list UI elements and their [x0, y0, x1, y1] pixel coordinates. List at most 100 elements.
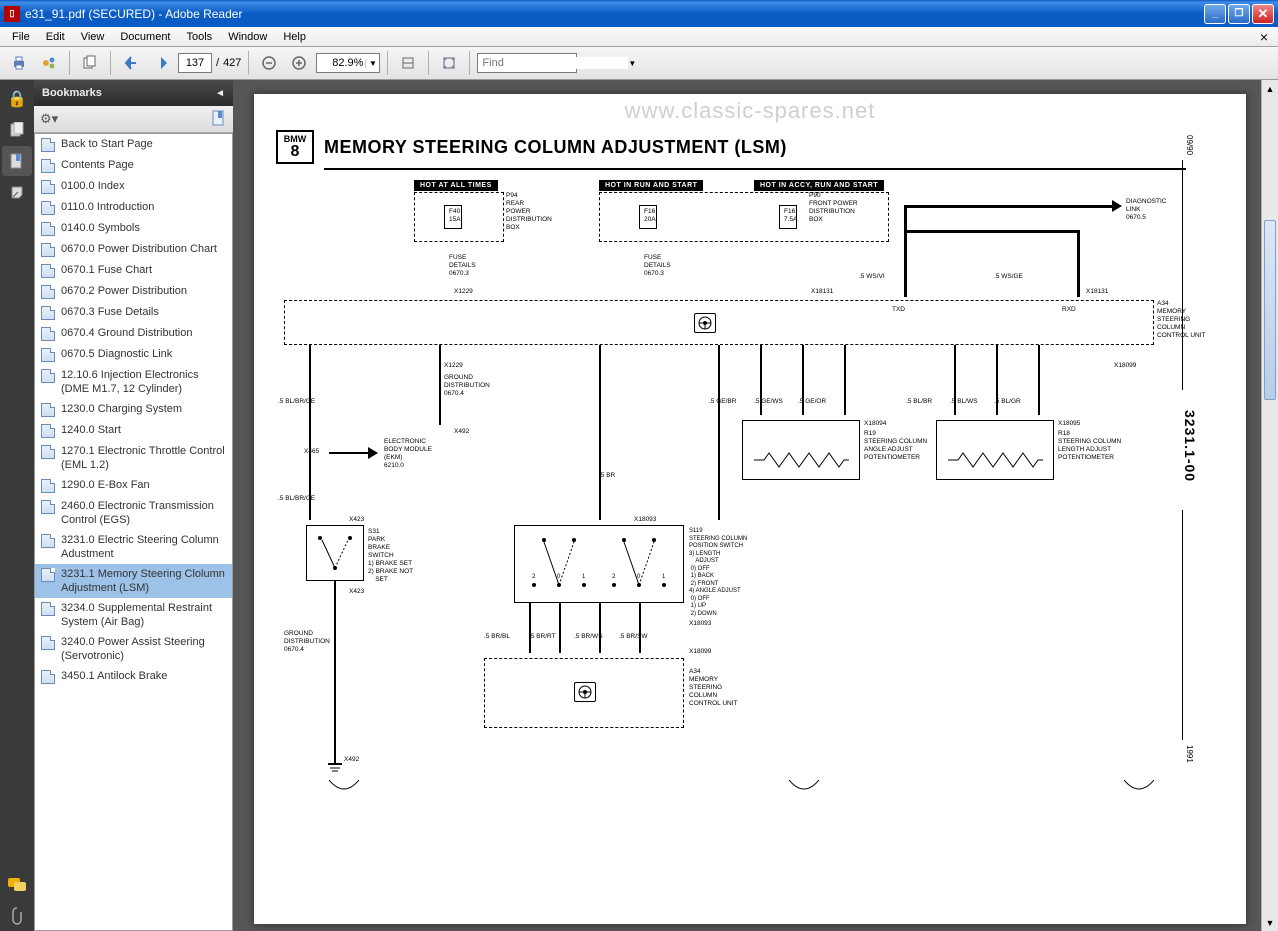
bookmark-item[interactable]: 12.10.6 Injection Electronics (DME M1.7,… [35, 365, 232, 399]
zoom-dropdown-icon[interactable]: ▼ [365, 59, 379, 68]
find-dropdown-icon[interactable]: ▼ [628, 59, 636, 68]
hot-label-3: HOT IN ACCY, RUN AND START [754, 180, 884, 191]
bookmark-item[interactable]: 3231.0 Electric Steering Column Adustmen… [35, 530, 232, 564]
email-button[interactable] [36, 50, 62, 76]
main-area: 🔒 Bookmarks ◄ ⚙▾ Back to Start PageConte… [0, 80, 1278, 931]
lbl-w-brrt: .5 BR/RT [529, 633, 556, 641]
maximize-button[interactable]: ❐ [1228, 4, 1250, 24]
lbl-w-gews: .5 GE/WS [754, 398, 783, 406]
lbl-diaglink: DIAGNOSTIC LINK 0670.5 [1126, 198, 1166, 222]
bookmark-icon [41, 534, 55, 548]
zoom-out-button[interactable] [256, 50, 282, 76]
bookmarks-options-icon[interactable]: ⚙▾ [40, 111, 58, 127]
bookmark-item[interactable]: 0670.3 Fuse Details [35, 302, 232, 323]
menu-view[interactable]: View [73, 29, 113, 45]
lbl-w-blgr: .5 BL/GR [994, 398, 1021, 406]
rail-comments-icon[interactable] [2, 870, 32, 900]
prev-page-button[interactable] [118, 50, 144, 76]
bookmarks-new-icon[interactable] [211, 110, 227, 129]
scroll-down-icon[interactable]: ▼ [1262, 914, 1278, 931]
bookmark-item[interactable]: 0110.0 Introduction [35, 197, 232, 218]
menu-window[interactable]: Window [220, 29, 275, 45]
window-titlebar: ▯ e31_91.pdf (SECURED) - Adobe Reader _ … [0, 0, 1278, 27]
bookmark-icon [41, 369, 55, 383]
menu-edit[interactable]: Edit [38, 29, 73, 45]
lbl-s119: S119 STEERING COLUMN POSITION SWITCH 3) … [689, 528, 747, 618]
rail-bookmarks-icon[interactable] [2, 146, 32, 176]
bookmark-label: 0670.4 Ground Distribution [61, 326, 226, 340]
bmw-logo-box: BMW 8 [276, 130, 314, 164]
lbl-x18131a: X18131 [811, 288, 833, 296]
rail-attachments-icon[interactable] [2, 901, 32, 931]
bookmark-item[interactable]: 1230.0 Charging System [35, 399, 232, 420]
rail-pages-icon[interactable] [2, 115, 32, 145]
zoom-combo[interactable]: ▼ [316, 53, 380, 73]
pages-button[interactable] [77, 50, 103, 76]
find-input[interactable] [478, 57, 628, 69]
menu-file[interactable]: File [4, 29, 38, 45]
bookmark-icon [41, 479, 55, 493]
minimize-button[interactable]: _ [1204, 4, 1226, 24]
bookmark-icon [41, 445, 55, 459]
bookmark-item[interactable]: 3450.1 Antilock Brake [35, 666, 232, 687]
zoom-in-button[interactable] [286, 50, 312, 76]
bookmark-item[interactable]: 3240.0 Power Assist Steering (Servotroni… [35, 632, 232, 666]
bookmark-icon [41, 327, 55, 341]
bookmark-item[interactable]: 0670.1 Fuse Chart [35, 260, 232, 281]
find-box[interactable]: ▼ [477, 53, 577, 73]
lbl-fuse-details-2: FUSE DETAILS 0670.3 [644, 254, 671, 278]
lbl-x492a: X492 [454, 428, 469, 436]
fit-page-button[interactable] [436, 50, 462, 76]
rail-lock-icon[interactable]: 🔒 [2, 84, 32, 114]
bookmark-item[interactable]: 0670.5 Diagnostic Link [35, 344, 232, 365]
bookmark-label: 0670.1 Fuse Chart [61, 263, 226, 277]
scroll-up-icon[interactable]: ▲ [1262, 80, 1278, 97]
lbl-txd: TXD [892, 306, 905, 314]
svg-text:2: 2 [532, 574, 536, 580]
fit-width-button[interactable] [395, 50, 421, 76]
menu-help[interactable]: Help [275, 29, 314, 45]
bookmark-item[interactable]: 0140.0 Symbols [35, 218, 232, 239]
bookmark-item[interactable]: 0100.0 Index [35, 176, 232, 197]
bookmark-icon [41, 222, 55, 236]
bookmark-item[interactable]: 3234.0 Supplemental Restraint System (Ai… [35, 598, 232, 632]
side-year: 1991 [1185, 745, 1194, 763]
bookmarks-collapse-icon[interactable]: ◄ [215, 88, 225, 99]
close-button[interactable]: ✕ [1252, 4, 1274, 24]
bookmark-item[interactable]: 0670.4 Ground Distribution [35, 323, 232, 344]
diagram-title: MEMORY STEERING COLUMN ADJUSTMENT (LSM) [324, 137, 787, 158]
lbl-w-brsw: .5 BR/SW [619, 633, 648, 641]
zoom-input[interactable] [317, 57, 365, 69]
hot-label-2: HOT IN RUN AND START [599, 180, 703, 191]
print-button[interactable] [6, 50, 32, 76]
svg-text:0: 0 [637, 574, 641, 580]
bookmark-item[interactable]: 1240.0 Start [35, 420, 232, 441]
bookmark-item[interactable]: 1270.1 Electronic Throttle Control (EML … [35, 441, 232, 475]
bookmark-item[interactable]: 1290.0 E-Box Fan [35, 475, 232, 496]
rail-signatures-icon[interactable] [2, 177, 32, 207]
bookmark-icon [41, 348, 55, 362]
bookmarks-list[interactable]: Back to Start Page Contents Page 0100.0 In… [34, 133, 233, 931]
bookmark-label: Contents Page [61, 158, 226, 172]
document-view[interactable]: www.classic-spares.net BMW 8 MEMORY STEE… [234, 80, 1278, 931]
page-number-input[interactable] [178, 53, 212, 73]
bookmark-item[interactable]: 3231.1 Memory Steering Clolumn Adjustmen… [35, 564, 232, 598]
bookmark-item[interactable]: Contents Page [35, 155, 232, 176]
vertical-scrollbar[interactable]: ▲ ▼ [1261, 80, 1278, 931]
lbl-x18131b: X18131 [1086, 288, 1108, 296]
lbl-x18093b: X18093 [689, 620, 711, 628]
menu-document[interactable]: Document [112, 29, 178, 45]
svg-text:1: 1 [662, 574, 666, 580]
scroll-thumb[interactable] [1264, 220, 1276, 400]
bookmark-item[interactable]: 0670.0 Power Distribution Chart [35, 239, 232, 260]
bookmark-item[interactable]: Back to Start Page [35, 134, 232, 155]
next-page-button[interactable] [148, 50, 174, 76]
lbl-gnd2: GROUND DISTRIBUTION 0670.4 [284, 630, 330, 654]
bookmark-label: Back to Start Page [61, 137, 226, 151]
mdi-close-button[interactable]: × [1252, 27, 1274, 47]
bookmark-item[interactable]: 0670.2 Power Distribution [35, 281, 232, 302]
bookmark-label: 0670.2 Power Distribution [61, 284, 226, 298]
menu-tools[interactable]: Tools [179, 29, 221, 45]
pdf-icon: ▯ [4, 6, 20, 22]
bookmark-item[interactable]: 2460.0 Electronic Transmission Control (… [35, 496, 232, 530]
